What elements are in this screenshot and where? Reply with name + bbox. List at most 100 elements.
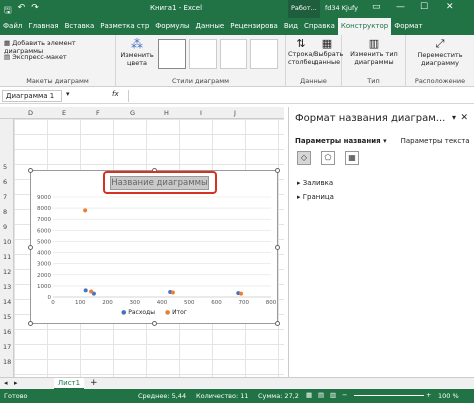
row-header[interactable]: 8 [3, 208, 7, 216]
column-header[interactable]: D [28, 109, 33, 117]
move-chart-button[interactable]: ⤢ Переместить диаграмму [410, 37, 470, 67]
scroll-left-icon[interactable]: ◂ [4, 379, 8, 387]
close-button[interactable]: ✕ [446, 2, 454, 12]
y-tick-label: 7000 [37, 217, 51, 223]
ribbon-display-icon[interactable]: ▭ [372, 2, 381, 12]
y-tick-label: 9000 [37, 195, 51, 201]
row-header[interactable]: 17 [3, 343, 11, 351]
section-border[interactable]: ▸ Граница [297, 193, 334, 201]
chart-style-2[interactable] [188, 39, 217, 69]
switch-row-column-button[interactable]: ⇅ Строка/ столбец [288, 37, 316, 66]
status-count[interactable]: Количество: 11 [196, 392, 249, 400]
column-header[interactable]: E [62, 109, 66, 117]
row-header[interactable]: 7 [3, 193, 7, 201]
tab-text-options[interactable]: Параметры текста [401, 137, 470, 145]
data-point[interactable] [83, 208, 88, 213]
tab-help[interactable]: Справка [301, 18, 338, 35]
row-header[interactable]: 12 [3, 268, 11, 276]
column-header[interactable]: F [96, 109, 100, 117]
x-tick-label: 300 [130, 300, 141, 306]
column-header[interactable]: G [130, 109, 135, 117]
tab-title-options[interactable]: Параметры названия ▾ [295, 137, 387, 145]
row-header[interactable]: 16 [3, 328, 11, 336]
switch-row-column-label: Строка/ столбец [288, 50, 316, 66]
tab-file[interactable]: Файл [0, 18, 25, 35]
chevron-down-icon[interactable]: ▾ [66, 90, 70, 98]
row-header[interactable]: 13 [3, 283, 11, 291]
redo-icon[interactable]: ↷ [31, 3, 39, 19]
chart-type-icon: ▥ [368, 37, 380, 50]
row-header[interactable]: 6 [3, 178, 7, 186]
save-icon[interactable]: 🖫 [4, 3, 12, 19]
quick-layout-label: Экспресс-макет [12, 53, 67, 61]
row-header[interactable]: 9 [3, 223, 7, 231]
tab-home[interactable]: Главная [25, 18, 61, 35]
data-point[interactable] [83, 288, 88, 293]
fill-line-icon[interactable]: ◇ [297, 151, 311, 165]
row-header[interactable]: 10 [3, 238, 11, 246]
fx-label[interactable]: fx [112, 90, 119, 98]
chart-style-4[interactable] [250, 39, 278, 69]
undo-icon[interactable]: ↶ [18, 3, 26, 19]
zoom-in-icon[interactable]: + [426, 391, 431, 399]
quick-layout-button[interactable]: ▤ Экспресс-макет [4, 53, 67, 61]
tab-review[interactable]: Рецензирова [227, 18, 281, 35]
zoom-slider[interactable] [354, 395, 424, 396]
tab-insert[interactable]: Вставка [62, 18, 98, 35]
row-header[interactable]: 11 [3, 253, 11, 261]
chart-style-3[interactable] [219, 39, 248, 69]
column-header[interactable]: H [164, 109, 169, 117]
status-sum[interactable]: Сумма: 27,2 [258, 392, 299, 400]
data-point[interactable] [239, 291, 244, 296]
x-tick-label: 700 [239, 300, 250, 306]
section-fill[interactable]: ▸ Заливка [297, 179, 333, 187]
chart-style-1[interactable] [158, 39, 186, 69]
tab-data[interactable]: Данные [192, 18, 227, 35]
legend-item-total[interactable]: ● Итог [165, 309, 187, 316]
data-point[interactable] [170, 290, 175, 295]
select-data-label: Выбрать данные [314, 50, 344, 66]
tab-design[interactable]: Конструктор [337, 18, 392, 35]
zoom-level[interactable]: 100 % [438, 392, 459, 400]
group-data-label: Данные [300, 77, 327, 85]
tab-format[interactable]: Формат [391, 18, 425, 35]
tab-formulas[interactable]: Формулы [152, 18, 192, 35]
change-chart-type-button[interactable]: ▥ Изменить тип диаграммы [344, 37, 404, 66]
change-colors-button[interactable]: ⁂ Изменить цвета [120, 37, 154, 67]
row-header[interactable]: 5 [3, 163, 7, 171]
tab-page-layout[interactable]: Разметка стр [97, 18, 152, 35]
chart-legend[interactable]: ● Расходы ● Итог [31, 309, 277, 316]
formula-bar: Диаграмма 1 ▾ fx [0, 88, 474, 104]
scatter-plot[interactable]: 01000200030004000500060007000800090000 10… [31, 171, 279, 325]
legend-item-expenses[interactable]: ● Расходы [121, 309, 155, 316]
row-headers: 5 6 7 8 9 10 11 12 13 14 15 16 17 18 [0, 119, 14, 377]
status-average[interactable]: Среднее: 5,44 [138, 392, 186, 400]
close-icon[interactable]: ✕ [460, 113, 468, 123]
chart-style-gallery [158, 39, 278, 69]
zoom-out-icon[interactable]: − [342, 391, 347, 399]
size-properties-icon[interactable]: ▦ [345, 151, 359, 165]
maximize-button[interactable]: ☐ [420, 2, 428, 12]
row-header[interactable]: 18 [3, 358, 11, 366]
data-point[interactable] [89, 289, 94, 294]
name-box[interactable]: Диаграмма 1 [2, 90, 62, 102]
effects-icon[interactable]: ⬠ [321, 151, 335, 165]
move-chart-icon: ⤢ [435, 37, 445, 50]
page-break-view-icon[interactable]: ▥ [330, 391, 336, 399]
chart-area[interactable]: Название диаграммы 0 1000 2000 3000 4000 5000… [28, 168, 280, 326]
column-header[interactable]: I [200, 109, 202, 117]
user-name[interactable]: fd34 Kjufy [322, 0, 361, 18]
pane-options-icon[interactable]: ▾ [452, 113, 456, 122]
row-header[interactable]: 15 [3, 313, 11, 321]
add-sheet-button[interactable]: + [90, 378, 98, 388]
column-header[interactable]: J [234, 109, 236, 117]
y-tick-label: 2000 [37, 273, 51, 279]
page-layout-view-icon[interactable]: ▤ [318, 391, 324, 399]
scroll-right-icon[interactable]: ▸ [14, 379, 18, 387]
normal-view-icon[interactable]: ▦ [306, 391, 312, 399]
tab-view[interactable]: Вид [281, 18, 301, 35]
formula-input[interactable] [128, 90, 468, 102]
select-data-button[interactable]: ▦ Выбрать данные [314, 37, 344, 66]
minimize-button[interactable]: — [396, 2, 405, 12]
row-header[interactable]: 14 [3, 298, 11, 306]
